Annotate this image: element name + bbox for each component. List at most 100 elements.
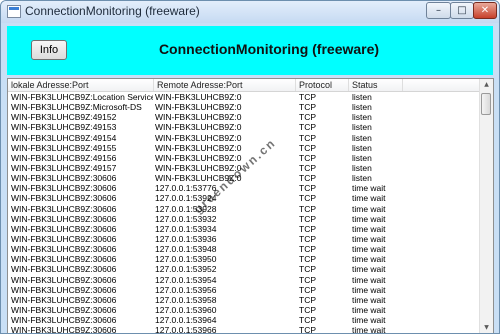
- column-header-protocol[interactable]: Protocol: [296, 79, 349, 91]
- table-row[interactable]: WIN-FBK3LUHCB9Z:49152 WIN-FBK3LUHCB9Z:0 TC…: [8, 112, 481, 122]
- cell-protocol: TCP: [299, 132, 316, 143]
- cell-local-address: WIN-FBK3LUHCB9Z:30606: [11, 213, 117, 224]
- table-row[interactable]: WIN-FBK3LUHCB9Z:30606 127.0.0.1:53776 TCP t…: [8, 183, 481, 193]
- cell-protocol: TCP: [299, 142, 316, 153]
- title-bar[interactable]: ConnectionMonitoring (freeware) – □ ✕: [1, 1, 499, 23]
- cell-status: time wait: [352, 325, 386, 334]
- table-row[interactable]: WIN-FBK3LUHCB9Z:49154 WIN-FBK3LUHCB9Z:0 TC…: [8, 133, 481, 143]
- cell-status: listen: [352, 132, 372, 143]
- cell-status: listen: [352, 92, 372, 102]
- table-row[interactable]: WIN-FBK3LUHCB9Z:30606 127.0.0.1:53964 TCP t…: [8, 315, 481, 325]
- window-title: ConnectionMonitoring (freeware): [25, 4, 200, 18]
- app-window-icon: [7, 5, 21, 18]
- cell-local-address: WIN-FBK3LUHCB9Z:30606: [11, 183, 117, 194]
- column-header-status[interactable]: Status: [349, 79, 403, 91]
- table-row[interactable]: WIN-FBK3LUHCB9Z:49155 WIN-FBK3LUHCB9Z:0 TC…: [8, 143, 481, 153]
- table-row[interactable]: WIN-FBK3LUHCB9Z:Location Service... WIN-F…: [8, 92, 481, 102]
- cell-protocol: TCP: [299, 183, 316, 194]
- close-button[interactable]: ✕: [473, 2, 497, 19]
- cell-status: time wait: [352, 264, 386, 275]
- table-row[interactable]: WIN-FBK3LUHCB9Z:30606 127.0.0.1:53924 TCP t…: [8, 193, 481, 203]
- table-row[interactable]: WIN-FBK3LUHCB9Z:30606 127.0.0.1:53956 TCP t…: [8, 285, 481, 295]
- vertical-scrollbar[interactable]: ▲ ▼: [479, 79, 493, 333]
- cell-status: time wait: [352, 233, 386, 244]
- table-row[interactable]: WIN-FBK3LUHCB9Z:30606 127.0.0.1:53950 TCP t…: [8, 254, 481, 264]
- cell-remote-address: WIN-FBK3LUHCB9Z:0: [155, 112, 242, 123]
- cell-protocol: TCP: [299, 152, 316, 163]
- table-row[interactable]: WIN-FBK3LUHCB9Z:30606 127.0.0.1:53958 TCP t…: [8, 295, 481, 305]
- cell-status: time wait: [352, 203, 386, 214]
- scrollbar-thumb[interactable]: [481, 93, 491, 115]
- cell-remote-address: 127.0.0.1:53932: [155, 213, 217, 224]
- cell-remote-address: 127.0.0.1:53966: [155, 325, 217, 334]
- table-row[interactable]: WIN-FBK3LUHCB9Z:30606 127.0.0.1:53928 TCP t…: [8, 204, 481, 214]
- cell-protocol: TCP: [299, 233, 316, 244]
- cell-protocol: TCP: [299, 325, 316, 334]
- cell-protocol: TCP: [299, 274, 316, 285]
- table-row[interactable]: WIN-FBK3LUHCB9Z:30606 127.0.0.1:53932 TCP t…: [8, 214, 481, 224]
- cell-local-address: WIN-FBK3LUHCB9Z:30606: [11, 254, 117, 265]
- table-row[interactable]: WIN-FBK3LUHCB9Z:30606 127.0.0.1:53960 TCP t…: [8, 305, 481, 315]
- cell-local-address: WIN-FBK3LUHCB9Z:30606: [11, 264, 117, 275]
- cell-local-address: WIN-FBK3LUHCB9Z:30606: [11, 173, 117, 184]
- cell-protocol: TCP: [299, 162, 316, 173]
- cell-remote-address: WIN-FBK3LUHCB9Z:0: [155, 92, 242, 102]
- cell-protocol: TCP: [299, 284, 316, 295]
- cell-protocol: TCP: [299, 264, 316, 275]
- cell-protocol: TCP: [299, 294, 316, 305]
- list-rows: WIN-FBK3LUHCB9Z:Location Service... WIN-F…: [8, 92, 481, 334]
- cell-status: time wait: [352, 304, 386, 315]
- cell-local-address: WIN-FBK3LUHCB9Z:Location Service...: [11, 92, 153, 102]
- cell-status: listen: [352, 152, 372, 163]
- column-header-remote[interactable]: Remote Adresse:Port: [154, 79, 296, 91]
- cell-remote-address: 127.0.0.1:53948: [155, 244, 217, 255]
- cell-protocol: TCP: [299, 122, 316, 133]
- table-row[interactable]: WIN-FBK3LUHCB9Z:30606 127.0.0.1:53934 TCP t…: [8, 224, 481, 234]
- scroll-up-arrow-icon[interactable]: ▲: [480, 79, 493, 91]
- table-row[interactable]: WIN-FBK3LUHCB9Z:30606 127.0.0.1:53954 TCP t…: [8, 275, 481, 285]
- table-row[interactable]: WIN-FBK3LUHCB9Z:30606 127.0.0.1:53936 TCP t…: [8, 234, 481, 244]
- cell-status: listen: [352, 102, 372, 113]
- banner-title: ConnectionMonitoring (freeware): [158, 41, 380, 57]
- cell-local-address: WIN-FBK3LUHCB9Z:30606: [11, 233, 117, 244]
- cell-status: time wait: [352, 223, 386, 234]
- cell-status: listen: [352, 112, 372, 123]
- list-header: lokale Adresse:Port Remote Adresse:Port …: [8, 79, 481, 92]
- app-window: ConnectionMonitoring (freeware) – □ ✕ In…: [0, 0, 500, 334]
- cell-status: listen: [352, 142, 372, 153]
- cell-remote-address: WIN-FBK3LUHCB9Z:0: [155, 162, 242, 173]
- cell-local-address: WIN-FBK3LUHCB9Z:49153: [11, 122, 117, 133]
- cell-protocol: TCP: [299, 92, 316, 102]
- cell-local-address: WIN-FBK3LUHCB9Z:30606: [11, 315, 117, 326]
- cell-local-address: WIN-FBK3LUHCB9Z:Microsoft-DS: [11, 102, 142, 113]
- cell-protocol: TCP: [299, 315, 316, 326]
- cell-protocol: TCP: [299, 304, 316, 315]
- minimize-button[interactable]: –: [426, 2, 451, 19]
- cell-protocol: TCP: [299, 244, 316, 255]
- cell-local-address: WIN-FBK3LUHCB9Z:49156: [11, 152, 117, 163]
- cell-remote-address: 127.0.0.1:53952: [155, 264, 217, 275]
- table-row[interactable]: WIN-FBK3LUHCB9Z:30606 127.0.0.1:53966 TCP t…: [8, 325, 481, 334]
- cell-status: time wait: [352, 244, 386, 255]
- cell-remote-address: 127.0.0.1:53936: [155, 233, 217, 244]
- cell-status: time wait: [352, 193, 386, 204]
- cell-local-address: WIN-FBK3LUHCB9Z:30606: [11, 203, 117, 214]
- cell-status: listen: [352, 162, 372, 173]
- cell-status: time wait: [352, 254, 386, 265]
- scroll-down-arrow-icon[interactable]: ▼: [480, 322, 493, 333]
- connection-list[interactable]: lokale Adresse:Port Remote Adresse:Port …: [7, 78, 494, 334]
- maximize-button[interactable]: □: [450, 2, 474, 19]
- column-header-local[interactable]: lokale Adresse:Port: [8, 79, 154, 91]
- table-row[interactable]: WIN-FBK3LUHCB9Z:Microsoft-DS WIN-FBK3LUHC…: [8, 102, 481, 112]
- table-row[interactable]: WIN-FBK3LUHCB9Z:30606 127.0.0.1:53948 TCP t…: [8, 244, 481, 254]
- cell-protocol: TCP: [299, 102, 316, 113]
- cell-protocol: TCP: [299, 223, 316, 234]
- table-row[interactable]: WIN-FBK3LUHCB9Z:30606 127.0.0.1:53952 TCP t…: [8, 264, 481, 274]
- cell-remote-address: WIN-FBK3LUHCB9Z:0: [155, 152, 242, 163]
- cell-remote-address: 127.0.0.1:53958: [155, 294, 217, 305]
- cell-local-address: WIN-FBK3LUHCB9Z:30606: [11, 294, 117, 305]
- cell-status: time wait: [352, 213, 386, 224]
- table-row[interactable]: WIN-FBK3LUHCB9Z:49153 WIN-FBK3LUHCB9Z:0 TC…: [8, 122, 481, 132]
- cell-remote-address: 127.0.0.1:53934: [155, 223, 217, 234]
- cell-remote-address: 127.0.0.1:53928: [155, 203, 217, 214]
